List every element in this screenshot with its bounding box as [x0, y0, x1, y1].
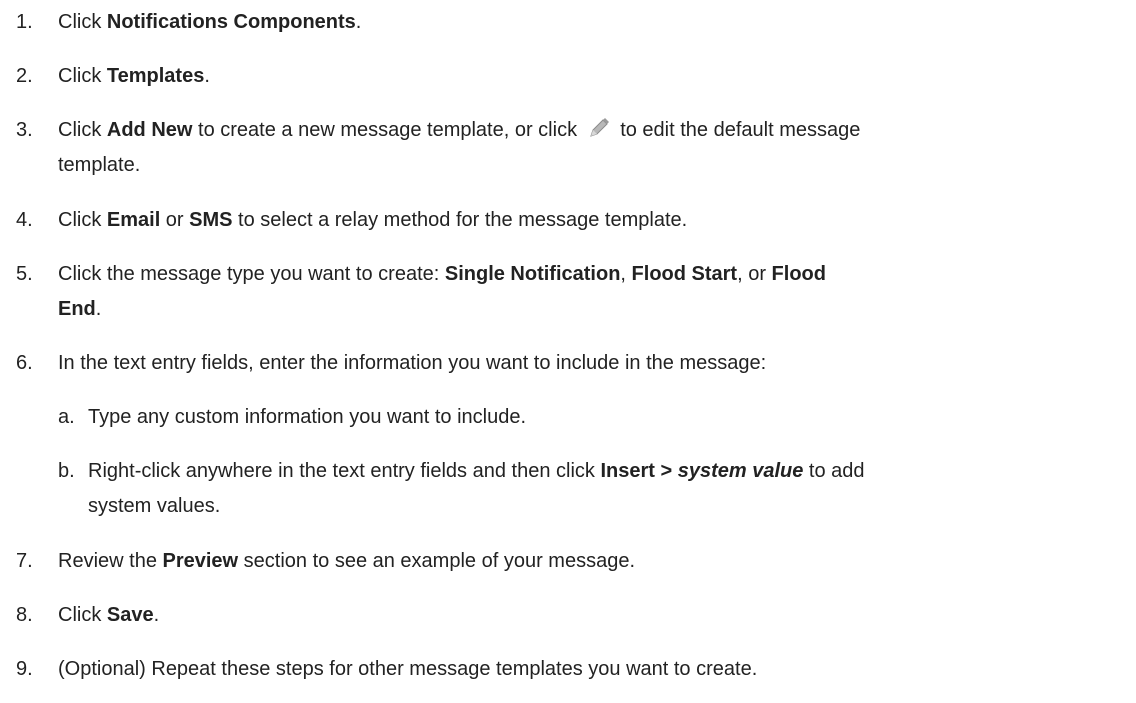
substep-text: Type any custom information you want to … — [88, 406, 527, 428]
ui-term: Single Notification — [444, 263, 621, 285]
step-text: In the text entry fields, enter the info… — [58, 352, 767, 374]
step-number: 8. — [16, 604, 33, 626]
step-text: Review the Preview section to see an exa… — [58, 550, 635, 572]
step-text: Click Templates. — [58, 65, 210, 87]
ui-term: Notifications Components — [106, 11, 356, 33]
ui-term: Email — [106, 209, 161, 231]
substep-letter: a. — [58, 406, 75, 428]
step-text: Click Email or SMS to select a relay met… — [58, 209, 688, 231]
step-number: 9. — [16, 658, 33, 680]
ui-term: Flood Start — [631, 263, 738, 285]
step-number: 7. — [16, 550, 33, 572]
ui-term: Save — [106, 604, 154, 626]
step-text: Click Notifications Components. — [58, 11, 362, 33]
ui-term: Insert > — [600, 460, 678, 482]
ui-term: End — [58, 298, 96, 320]
step-text: Click Save. — [58, 604, 160, 626]
step-number: 1. — [16, 11, 33, 33]
ui-term-italic: system value — [677, 460, 804, 482]
step-text: Click the message type you want to creat… — [58, 263, 826, 320]
step-text: Click Add New to create a new message te… — [58, 113, 1078, 183]
ui-term: Templates — [106, 65, 205, 87]
step-number: 6. — [16, 352, 33, 374]
step-number: 2. — [16, 65, 33, 87]
step-number: 5. — [16, 263, 33, 285]
ui-term: SMS — [189, 209, 233, 231]
ui-term: Flood — [771, 263, 826, 285]
ui-term: Add New — [106, 119, 193, 141]
substep-text: Right-click anywhere in the text entry f… — [88, 460, 865, 517]
step-number: 3. — [16, 119, 33, 141]
pencil-icon — [589, 118, 609, 137]
ui-term: Preview — [162, 550, 239, 572]
step-number: 4. — [16, 209, 33, 231]
substep-letter: b. — [58, 460, 75, 482]
step-text: (Optional) Repeat these steps for other … — [58, 658, 758, 680]
